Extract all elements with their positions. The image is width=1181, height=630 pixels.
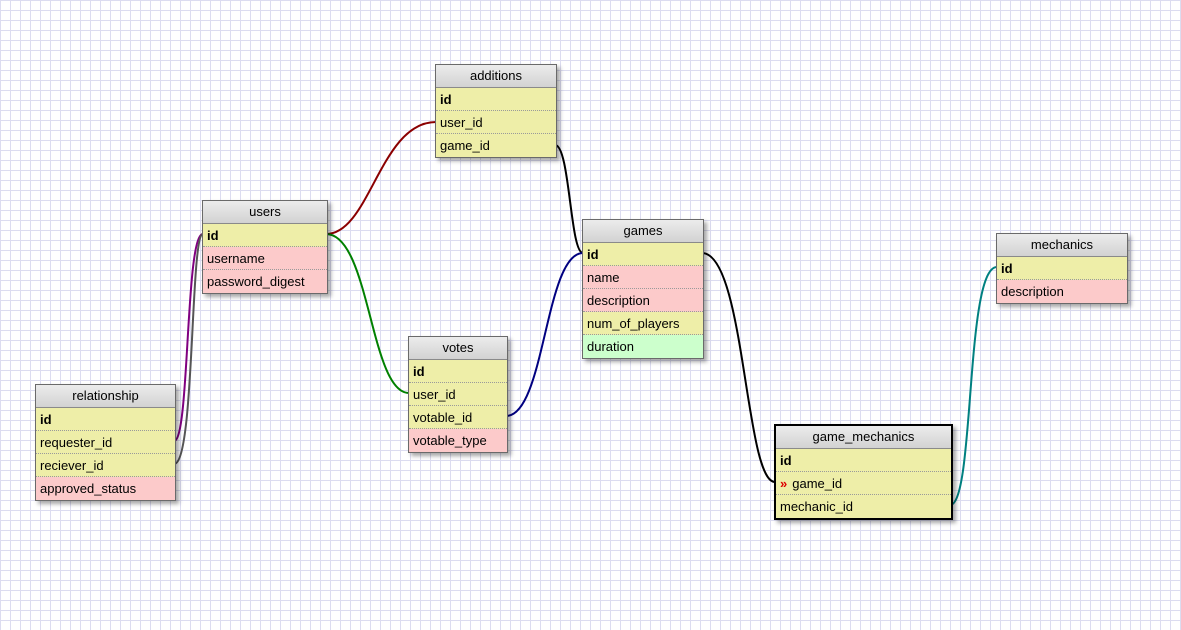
field-name: description	[587, 293, 650, 308]
field-row-id[interactable]: id	[436, 88, 556, 111]
table-relationship[interactable]: relationship id requester_id reciever_idap…	[35, 384, 176, 501]
table-mechanics[interactable]: mechanics id description	[996, 233, 1128, 304]
field-name: votable_type	[413, 433, 487, 448]
field-name: description	[1001, 284, 1064, 299]
link-additions-games	[554, 144, 584, 254]
field-row-num-of-players[interactable]: num_of_players	[583, 312, 703, 335]
field-row-id[interactable]: id	[583, 243, 703, 266]
field-row-id[interactable]: id	[776, 449, 951, 472]
field-name: id	[40, 412, 52, 427]
table-title: games	[583, 220, 703, 243]
field-name: username	[207, 251, 265, 266]
table-title: relationship	[36, 385, 175, 408]
foreign-key-icon: »	[780, 476, 788, 491]
field-name: votable_id	[413, 410, 473, 425]
field-row-approved-status[interactable]: approved_status	[36, 477, 175, 500]
field-row-user-id[interactable]: user_id	[409, 383, 507, 406]
field-row-votable-type[interactable]: votable_type	[409, 429, 507, 452]
field-row-votable-id[interactable]: votable_id	[409, 406, 507, 429]
field-row-description[interactable]: description	[583, 289, 703, 312]
field-name: requester_id	[40, 435, 113, 450]
table-votes[interactable]: votes id user_id votable_id votable_type	[408, 336, 508, 453]
field-name: id	[780, 453, 792, 468]
field-name: id	[440, 92, 452, 107]
field-row-description[interactable]: description	[997, 280, 1127, 303]
field-name: id	[1001, 261, 1013, 276]
field-name: user_id	[413, 387, 456, 402]
link-games-game-mechanics	[701, 252, 776, 483]
field-name: reciever_id	[40, 458, 104, 473]
field-name: mechanic_id	[780, 499, 853, 514]
table-additions[interactable]: additions id user_id game_id	[435, 64, 557, 158]
field-row-password-digest[interactable]: password_digest	[203, 270, 327, 293]
table-title: additions	[436, 65, 556, 88]
field-row-reciever-id[interactable]: reciever_id	[36, 454, 175, 477]
link-users-relationship-reciever	[173, 233, 204, 465]
field-row-name[interactable]: name	[583, 266, 703, 289]
field-name: user_id	[440, 115, 483, 130]
field-row-game-id[interactable]: game_id	[436, 134, 556, 157]
field-name: game_id	[792, 476, 843, 491]
field-row-username[interactable]: username	[203, 247, 327, 270]
table-games[interactable]: games id name description num_of_playersdur…	[582, 219, 704, 359]
field-name: password_digest	[207, 274, 305, 289]
field-row-id[interactable]: id	[997, 257, 1127, 280]
field-name: id	[587, 247, 599, 262]
field-row-requester-id[interactable]: requester_id	[36, 431, 175, 454]
table-users[interactable]: users id username password_digest	[202, 200, 328, 294]
field-row-id[interactable]: id	[203, 224, 327, 247]
table-title: users	[203, 201, 327, 224]
field-row-mechanic-id[interactable]: mechanic_id	[776, 495, 951, 518]
field-name: game_id	[440, 138, 490, 153]
link-votes-games	[505, 252, 584, 417]
field-row-game-id[interactable]: » game_id	[776, 472, 951, 495]
table-title: game_mechanics	[776, 426, 951, 449]
er-diagram-canvas: additions id user_id game_id users id usern…	[0, 0, 1181, 630]
table-title: votes	[409, 337, 507, 360]
field-row-id[interactable]: id	[409, 360, 507, 383]
field-name: id	[413, 364, 425, 379]
field-row-user-id[interactable]: user_id	[436, 111, 556, 134]
table-title: mechanics	[997, 234, 1127, 257]
field-name: name	[587, 270, 620, 285]
field-row-duration[interactable]: duration	[583, 335, 703, 358]
link-mechanics-game-mechanics	[949, 266, 998, 506]
field-name: duration	[587, 339, 634, 354]
field-name: num_of_players	[587, 316, 680, 331]
link-users-additions	[325, 121, 437, 235]
link-users-relationship-requester	[173, 233, 204, 442]
field-name: approved_status	[40, 481, 137, 496]
table-game-mechanics[interactable]: game_mechanics id » game_id mechanic_id	[774, 424, 953, 520]
field-name: id	[207, 228, 219, 243]
field-row-id[interactable]: id	[36, 408, 175, 431]
link-users-votes	[325, 233, 410, 394]
